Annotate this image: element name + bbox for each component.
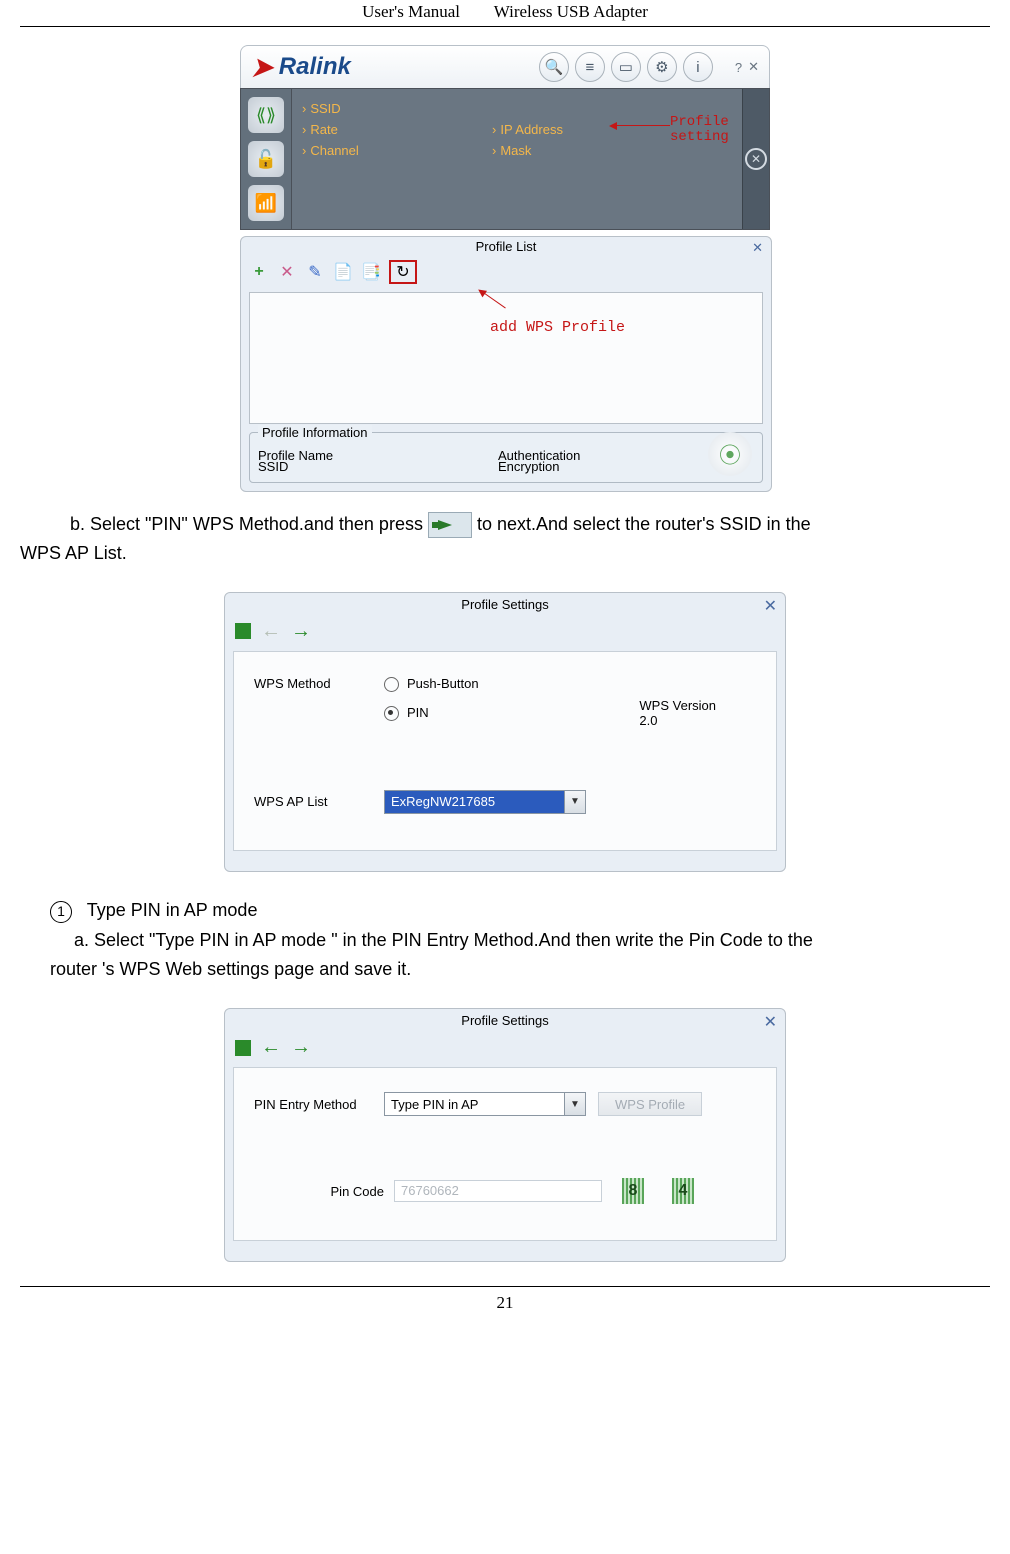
channel-field: ›Channel (302, 143, 452, 158)
search-icon[interactable]: 🔍 (539, 52, 569, 82)
brand-text: Ralink (279, 53, 351, 81)
pin-code-field: 76760662 (394, 1180, 602, 1202)
back-arrow-icon[interactable]: ← (261, 620, 281, 643)
step-a-prefix: a. Select "Type PIN in AP mode " in the … (74, 930, 813, 950)
annotation-profile-setting: Profile setting (670, 115, 729, 146)
settings1-title: Profile Settings (225, 593, 785, 616)
mask-field: ›Mask (492, 143, 642, 158)
signal-off-icon[interactable]: 📶 (248, 185, 284, 221)
add-icon[interactable]: + (249, 262, 269, 282)
step-b-wrap: WPS AP List. (20, 539, 990, 568)
step-sub-1: 1 Type PIN in AP mode (50, 896, 990, 925)
step-b-prefix: b. Select "PIN" WPS Method.and then pres… (70, 514, 423, 534)
page-icon[interactable]: ▭ (611, 52, 641, 82)
pin-digit-2: 4 (672, 1178, 694, 1204)
profile-list-area: add WPS Profile (249, 292, 763, 424)
next-arrow-icon[interactable]: → (291, 620, 311, 643)
chevron-down-icon[interactable]: ▼ (564, 1093, 585, 1115)
rate-field: ›Rate (302, 122, 452, 137)
profile-settings-panel-1: Profile Settings ✕ ← → WPS Method Push-B… (224, 592, 786, 872)
stop-icon[interactable] (235, 1040, 251, 1056)
panel-close-icon[interactable]: ✕ (752, 240, 763, 256)
close-icon[interactable]: ✕ (748, 59, 759, 75)
wps-profile-button: WPS Profile (598, 1092, 702, 1116)
gear-icon[interactable]: ⚙ (647, 52, 677, 82)
import-icon[interactable]: 📄 (333, 262, 353, 282)
step-a: a. Select "Type PIN in AP mode " in the … (74, 926, 990, 955)
next-arrow-icon (428, 512, 472, 538)
profile-list-title: Profile List (241, 237, 771, 256)
wps-method-label: WPS Method (254, 676, 384, 691)
ralink-logo: ➤ Ralink (251, 53, 351, 81)
pin-digit-1: 8 (622, 1178, 644, 1204)
step-b: b. Select "PIN" WPS Method.and then pres… (70, 510, 990, 568)
wps-ap-list-select[interactable]: ExRegNW217685 ▼ (384, 790, 586, 814)
ssid-field: ›SSID (302, 101, 452, 116)
profile-settings-panel-2: Profile Settings ✕ ← → PIN Entry Method … (224, 1008, 786, 1262)
pin-radio[interactable]: PIN (384, 705, 429, 721)
step-b-suffix: to next.And select the router's SSID in … (477, 514, 811, 534)
push-button-text: Push-Button (407, 676, 479, 691)
annotation-arrow-icon (615, 125, 670, 127)
settings2-title: Profile Settings (225, 1009, 785, 1032)
wifi-status-icon: ⦿ (708, 432, 752, 476)
wps-version-value: 2.0 (639, 713, 716, 728)
ssid-label: SSID (258, 459, 498, 474)
wps-ap-list-value: ExRegNW217685 (385, 794, 564, 809)
profile-list-panel: Profile List ✕ + ✕ ✎ 📄 📑 ↻ add WPS Profi… (240, 236, 772, 492)
profile-info-legend: Profile Information (258, 425, 372, 440)
page-header: User's Manual Wireless USB Adapter (20, 2, 990, 27)
pin-code-label: Pin Code (254, 1184, 394, 1199)
pin-entry-select[interactable]: Type PIN in AP ▼ (384, 1092, 586, 1116)
help-icon[interactable]: ? (735, 60, 742, 75)
lock-icon[interactable]: 🔓 (248, 141, 284, 177)
pin-text: PIN (407, 705, 429, 720)
step-a-wrap: router 's WPS Web settings page and save… (50, 955, 990, 984)
annotation-add-wps: add WPS Profile (490, 319, 625, 336)
settings2-close-icon[interactable]: ✕ (764, 1012, 777, 1032)
pin-entry-label: PIN Entry Method (254, 1097, 384, 1112)
delete-icon[interactable]: ✕ (277, 262, 297, 282)
collapse-icon[interactable]: ✕ (745, 148, 767, 170)
info-icon[interactable]: i (683, 52, 713, 82)
pin-entry-value: Type PIN in AP (385, 1097, 564, 1112)
page-footer: 21 (20, 1286, 990, 1313)
push-button-radio[interactable]: Push-Button (384, 676, 479, 692)
circled-1: 1 (50, 901, 72, 923)
settings1-close-icon[interactable]: ✕ (764, 596, 777, 616)
list-icon[interactable]: ≡ (575, 52, 605, 82)
header-right: Wireless USB Adapter (494, 2, 648, 21)
back-arrow-icon[interactable]: ← (261, 1036, 281, 1059)
header-left: User's Manual (362, 2, 460, 21)
ralink-window: ➤ Ralink 🔍 ≡ ▭ ⚙ i ? ✕ ⟪⟫ 🔓 📶 (240, 45, 770, 492)
wps-ap-list-label: WPS AP List (254, 794, 384, 809)
edit-icon[interactable]: ✎ (305, 262, 325, 282)
chevron-down-icon[interactable]: ▼ (564, 791, 585, 813)
profile-info-box: Profile Information Profile Name Authent… (249, 432, 763, 483)
page-number: 21 (497, 1293, 514, 1312)
wps-icon[interactable]: ↻ (389, 260, 417, 284)
step-sub-text: Type PIN in AP mode (87, 900, 258, 920)
stop-icon[interactable] (235, 623, 251, 639)
export-icon[interactable]: 📑 (361, 262, 381, 282)
antenna-icon[interactable]: ⟪⟫ (248, 97, 284, 133)
wps-version-label: WPS Version (639, 698, 716, 713)
enc-label: Encryption (498, 459, 559, 474)
next-arrow-icon[interactable]: → (291, 1036, 311, 1059)
